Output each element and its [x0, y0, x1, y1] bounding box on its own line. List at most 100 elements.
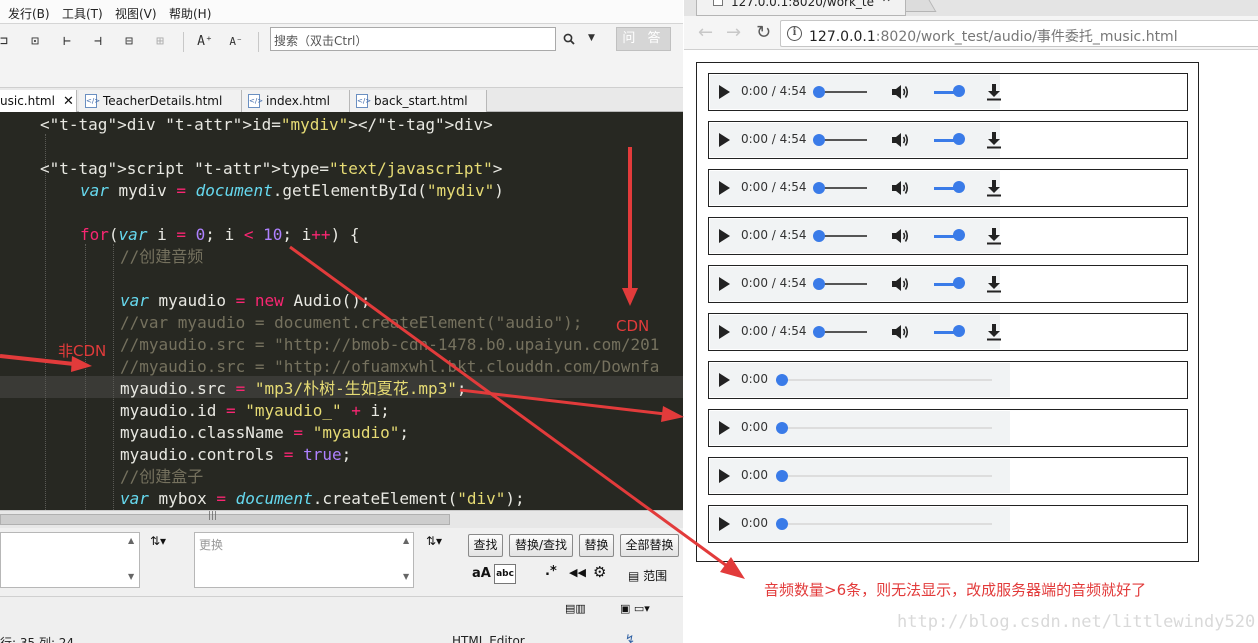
- download-icon[interactable]: [986, 227, 1002, 245]
- scope-option[interactable]: ▤ 范围: [628, 567, 667, 584]
- download-icon[interactable]: [986, 323, 1002, 341]
- seek-thumb[interactable]: [776, 470, 788, 482]
- toolbar-icon-4[interactable]: ⊣: [90, 34, 106, 50]
- replace-input[interactable]: 更换: [194, 532, 414, 588]
- toolbar-icon-2[interactable]: ⊡: [27, 34, 43, 50]
- play-icon[interactable]: [719, 421, 730, 435]
- scrollbar-thumb[interactable]: [0, 514, 450, 525]
- find-button[interactable]: 查找: [468, 534, 503, 557]
- replace-options-icon[interactable]: ⇅▾: [426, 534, 442, 548]
- rewind-icon[interactable]: ◀◀: [569, 566, 586, 579]
- code-line: <"t-tag">script "t-attr">type="text/java…: [40, 159, 503, 178]
- volume-thumb[interactable]: [953, 85, 965, 97]
- volume-icon[interactable]: [890, 82, 910, 102]
- gear-icon[interactable]: ⚙: [593, 563, 606, 581]
- audio-player-box: 0:00: [708, 409, 1188, 447]
- tab-music-html[interactable]: usic.html ✕: [0, 90, 77, 112]
- replace-button[interactable]: 替换: [579, 534, 614, 557]
- find-input[interactable]: [0, 532, 140, 588]
- menu-tools[interactable]: 工具(T): [62, 5, 103, 22]
- volume-icon[interactable]: [890, 322, 910, 342]
- time-display: 0:00 / 4:54: [741, 180, 807, 194]
- seek-thumb[interactable]: [776, 374, 788, 386]
- seek-bar[interactable]: [779, 523, 992, 525]
- tab-teacherdetails[interactable]: </> TeacherDetails.html: [79, 90, 242, 112]
- find-options-icon[interactable]: ⇅▾: [150, 534, 166, 548]
- address-bar[interactable]: i 127.0.0.1:8020/work_test/audio/事件委托_mu…: [780, 20, 1258, 47]
- code-line: myaudio.className = "myaudio";: [120, 423, 410, 442]
- volume-thumb[interactable]: [953, 325, 965, 337]
- volume-thumb[interactable]: [953, 133, 965, 145]
- panel-icon-2[interactable]: ▣ ▭▾: [620, 602, 650, 615]
- audio-player-box: 0:00 / 4:54: [708, 73, 1188, 111]
- font-decrease-icon[interactable]: A⁻: [228, 34, 244, 50]
- menu-view[interactable]: 视图(V): [115, 5, 157, 22]
- audio-player-box: 0:00 / 4:54: [708, 169, 1188, 207]
- volume-icon[interactable]: [890, 226, 910, 246]
- seek-thumb[interactable]: [776, 422, 788, 434]
- seek-bar[interactable]: [779, 379, 992, 381]
- search-input[interactable]: 搜索（双击Ctrl）: [270, 27, 556, 51]
- seek-bar[interactable]: [779, 475, 992, 477]
- play-icon[interactable]: [719, 229, 730, 243]
- seek-thumb[interactable]: [813, 326, 825, 338]
- volume-icon[interactable]: [890, 274, 910, 294]
- toolbar-icon-5[interactable]: ⊟: [121, 34, 137, 50]
- toolbar-icon-1[interactable]: ⊐: [0, 34, 12, 50]
- menu-publish[interactable]: 发行(B): [8, 5, 50, 22]
- play-icon[interactable]: [719, 277, 730, 291]
- audio-player-box: 0:00: [708, 457, 1188, 495]
- reload-icon[interactable]: ↻: [756, 22, 771, 43]
- time-display: 0:00: [741, 420, 768, 434]
- search-dropdown-icon[interactable]: ▼: [588, 33, 595, 43]
- play-icon[interactable]: [719, 469, 730, 483]
- watermark: http://blog.csdn.net/littlewindy520: [897, 612, 1256, 632]
- toolbar-icon-6[interactable]: ⊞: [152, 34, 168, 50]
- search-icon[interactable]: [563, 33, 575, 48]
- volume-icon[interactable]: [890, 178, 910, 198]
- replace-find-button[interactable]: 替换/查找: [509, 534, 573, 557]
- forward-icon[interactable]: →: [726, 22, 741, 43]
- font-increase-icon[interactable]: A⁺: [197, 34, 213, 50]
- seek-thumb[interactable]: [813, 230, 825, 242]
- play-icon[interactable]: [719, 517, 730, 531]
- seek-bar[interactable]: [779, 427, 992, 429]
- volume-icon[interactable]: [890, 130, 910, 150]
- seek-thumb[interactable]: [813, 86, 825, 98]
- play-icon[interactable]: [719, 373, 730, 387]
- volume-thumb[interactable]: [953, 229, 965, 241]
- audio-player: 0:00 / 4:54: [710, 171, 1002, 205]
- panel-icon-1[interactable]: ▤▥: [565, 602, 586, 615]
- ask-button[interactable]: 问 答: [616, 27, 671, 51]
- volume-thumb[interactable]: [953, 277, 965, 289]
- download-icon[interactable]: [986, 275, 1002, 293]
- play-icon[interactable]: [719, 325, 730, 339]
- whole-word-toggle[interactable]: abc: [494, 564, 516, 584]
- play-icon[interactable]: [719, 85, 730, 99]
- menu-help[interactable]: 帮助(H): [169, 5, 211, 22]
- seek-thumb[interactable]: [813, 134, 825, 146]
- play-icon[interactable]: [719, 133, 730, 147]
- tab-back-start[interactable]: </> back_start.html: [350, 90, 487, 112]
- close-tab-icon[interactable]: ✕: [882, 0, 891, 4]
- toolbar-icon-3[interactable]: ⊢: [59, 34, 75, 50]
- download-icon[interactable]: [986, 131, 1002, 149]
- seek-thumb[interactable]: [776, 518, 788, 530]
- browser-tab[interactable]: 127.0.0.1:8020/work_te ✕: [696, 0, 906, 16]
- download-icon[interactable]: [986, 83, 1002, 101]
- seek-thumb[interactable]: [813, 278, 825, 290]
- play-icon[interactable]: [719, 181, 730, 195]
- info-icon[interactable]: i: [787, 26, 802, 41]
- seek-thumb[interactable]: [813, 182, 825, 194]
- download-icon[interactable]: [986, 179, 1002, 197]
- regex-toggle[interactable]: .*: [545, 564, 557, 579]
- tab-index[interactable]: </> index.html: [242, 90, 350, 112]
- volume-thumb[interactable]: [953, 181, 965, 193]
- match-case-toggle[interactable]: aA: [472, 566, 491, 581]
- back-icon[interactable]: ←: [698, 22, 713, 43]
- replace-all-button[interactable]: 全部替换: [620, 534, 679, 557]
- code-editor[interactable]: <"t-tag">div "t-attr">id="mydiv"></"t-ta…: [0, 112, 683, 510]
- horizontal-scrollbar[interactable]: |||: [0, 510, 683, 528]
- close-icon[interactable]: ✕: [63, 94, 74, 109]
- time-display: 0:00 / 4:54: [741, 132, 807, 146]
